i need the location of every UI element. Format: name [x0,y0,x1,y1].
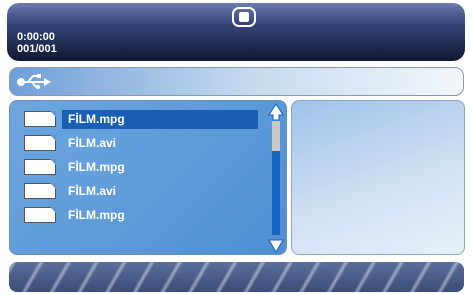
file-list-item[interactable]: FİLM.mpg [10,108,265,130]
usb-icon [17,74,51,89]
stop-icon [239,12,249,22]
path-bar [9,67,464,96]
player-header: 0:00:00 001/001 [7,3,465,61]
stop-button[interactable] [232,7,256,27]
preview-panel [291,100,465,255]
file-list-item[interactable]: FİLM.avi [10,132,265,154]
file-icon [24,207,56,223]
scrollbar-thumb[interactable] [272,121,280,151]
elapsed-time: 0:00:00 [17,31,55,43]
file-name: FİLM.mpg [62,110,258,129]
track-counter: 001/001 [17,43,57,55]
file-icon [24,159,56,175]
file-name: FİLM.mpg [68,208,125,222]
scroll-down-arrow-icon[interactable] [268,237,284,253]
scroll-up-arrow-icon[interactable] [268,103,284,121]
file-list-item[interactable]: FİLM.mpg [10,204,265,226]
file-name: FİLM.mpg [68,160,125,174]
status-bar [9,262,464,292]
file-icon [24,183,56,199]
file-list: FİLM.mpg FİLM.avi FİLM.mpg FİLM.avi FİLM… [9,100,287,255]
file-name: FİLM.avi [68,184,117,198]
file-list-item[interactable]: FİLM.mpg [10,156,265,178]
file-icon [24,135,56,151]
file-name: FİLM.avi [68,136,117,150]
file-icon [24,111,56,127]
file-list-item[interactable]: FİLM.avi [10,180,265,202]
